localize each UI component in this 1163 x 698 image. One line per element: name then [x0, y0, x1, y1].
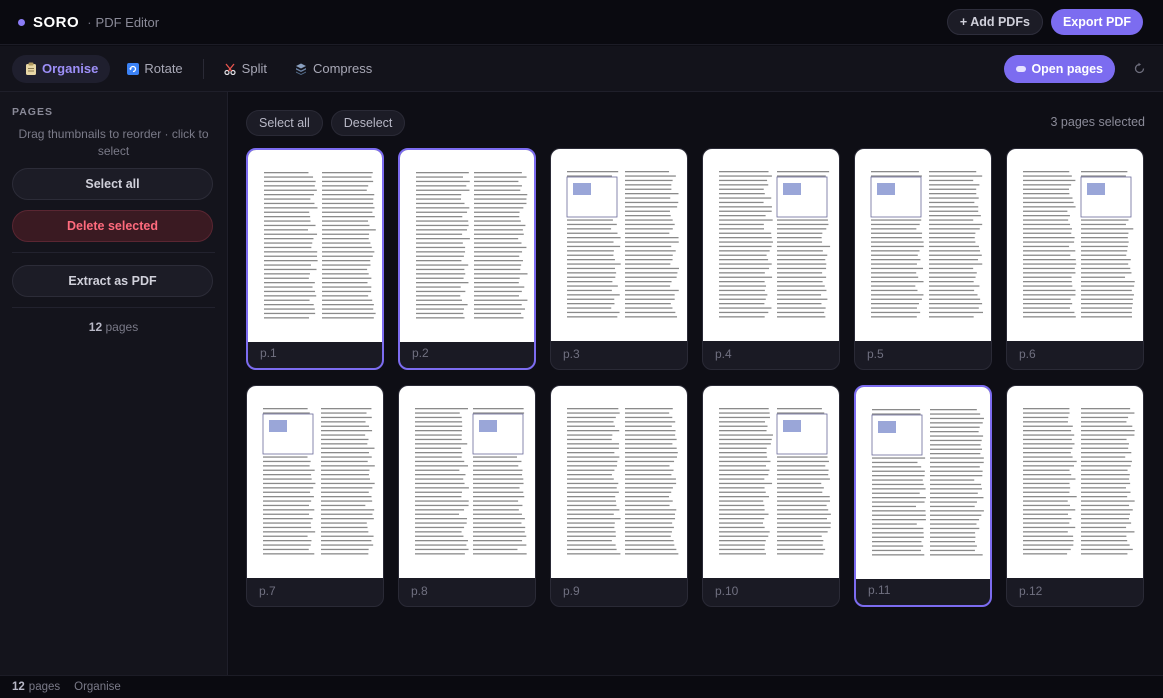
- open-pages-label: Open pages: [1031, 61, 1103, 76]
- pages-sidebar: PAGES Drag thumbnails to reorder · click…: [0, 92, 228, 675]
- scissors-icon: [224, 62, 237, 75]
- status-count-label: pages: [28, 681, 61, 693]
- page-preview: [856, 387, 990, 579]
- page-label: p.10: [715, 584, 739, 598]
- page-preview: [248, 150, 382, 342]
- add-pdfs-button[interactable]: + Add PDFs: [946, 9, 1043, 35]
- page-preview: [703, 149, 839, 341]
- brand-dot-icon: [18, 18, 25, 26]
- page-preview: [855, 149, 991, 341]
- extract-pdf-button[interactable]: Extract as PDF: [12, 265, 213, 297]
- page-thumbnail[interactable]: p.1: [246, 148, 384, 370]
- page-thumbnail[interactable]: p.3: [550, 148, 688, 370]
- tool-compress[interactable]: Compress: [283, 55, 384, 83]
- thumbnail-area: Select all Deselect 3 pages selected p.1…: [229, 92, 1163, 675]
- page-label: p.11: [868, 583, 891, 597]
- toolbar-divider: [202, 58, 204, 79]
- app-header: SORO · PDF Editor + Add PDFs Export PDF: [0, 0, 1163, 45]
- sidebar-title: PAGES: [12, 106, 53, 118]
- pill-icon: [1016, 65, 1027, 72]
- page-label: p.8: [411, 584, 428, 598]
- tool-bar: Organise Rotate Split Compress Open page…: [0, 46, 1163, 92]
- reset-icon[interactable]: [1127, 57, 1151, 81]
- page-label: p.5: [867, 347, 884, 361]
- tool-label: Split: [241, 61, 267, 76]
- page-label: p.4: [715, 347, 732, 361]
- page-count-number: 12: [88, 320, 103, 334]
- status-mode: Organise: [74, 681, 121, 693]
- page-thumbnail[interactable]: p.11: [854, 385, 992, 607]
- page-preview: [551, 149, 687, 341]
- tool-rotate[interactable]: Rotate: [114, 55, 194, 83]
- rotate-icon: [126, 62, 139, 75]
- page-thumbnail[interactable]: p.9: [550, 385, 688, 607]
- page-thumbnail[interactable]: p.4: [702, 148, 840, 370]
- page-thumbnail[interactable]: p.5: [854, 148, 992, 370]
- select-all-chip[interactable]: Select all: [246, 110, 323, 136]
- page-count: 12 pages: [12, 320, 215, 334]
- tool-split[interactable]: Split: [212, 55, 279, 83]
- tool-label: Compress: [312, 61, 373, 76]
- page-thumbnail[interactable]: p.7: [246, 385, 384, 607]
- page-thumbnail[interactable]: p.8: [398, 385, 536, 607]
- brand-name: SORO: [33, 13, 80, 31]
- page-thumbnail[interactable]: p.6: [1006, 148, 1144, 370]
- open-pages-button[interactable]: Open pages: [1004, 54, 1115, 83]
- page-preview: [399, 386, 535, 578]
- delete-selected-button[interactable]: Delete selected: [12, 210, 213, 242]
- page-preview: [400, 150, 534, 342]
- sidebar-divider: [12, 252, 215, 253]
- page-count-label: pages: [105, 320, 139, 334]
- status-count-number: 12: [12, 681, 25, 693]
- export-pdf-button[interactable]: Export PDF: [1050, 9, 1143, 35]
- status-bar: 12 pages Organise: [0, 675, 1163, 698]
- selection-count: 3 pages selected: [1050, 115, 1145, 129]
- page-thumbnail[interactable]: p.2: [398, 148, 536, 370]
- page-thumbnail[interactable]: p.10: [702, 385, 840, 607]
- page-label: p.2: [412, 346, 429, 360]
- page-label: p.1: [260, 346, 277, 360]
- deselect-chip[interactable]: Deselect: [330, 110, 406, 136]
- selection-controls: Select all Deselect: [246, 110, 413, 136]
- page-preview: [1007, 149, 1143, 341]
- page-preview: [703, 386, 839, 578]
- select-all-button[interactable]: Select all: [12, 168, 213, 200]
- sidebar-hint: Drag thumbnails to reorder · click to se…: [18, 127, 209, 158]
- page-label: p.12: [1019, 584, 1043, 598]
- page-preview: [551, 386, 687, 578]
- page-preview: [247, 386, 383, 578]
- tool-label: Organise: [42, 61, 99, 76]
- page-thumbnail[interactable]: p.12: [1006, 385, 1144, 607]
- compress-icon: [295, 62, 308, 75]
- page-label: p.6: [1019, 347, 1036, 361]
- page-label: p.3: [563, 347, 580, 361]
- tool-organise[interactable]: Organise: [12, 54, 111, 83]
- clipboard-icon: [24, 62, 37, 75]
- app-subtitle: PDF Editor: [95, 14, 160, 30]
- page-label: p.9: [563, 584, 580, 598]
- tool-label: Rotate: [144, 61, 183, 76]
- sidebar-divider: [12, 307, 215, 308]
- brand-separator: ·: [87, 14, 92, 30]
- page-label: p.7: [259, 584, 276, 598]
- page-preview: [1007, 386, 1143, 578]
